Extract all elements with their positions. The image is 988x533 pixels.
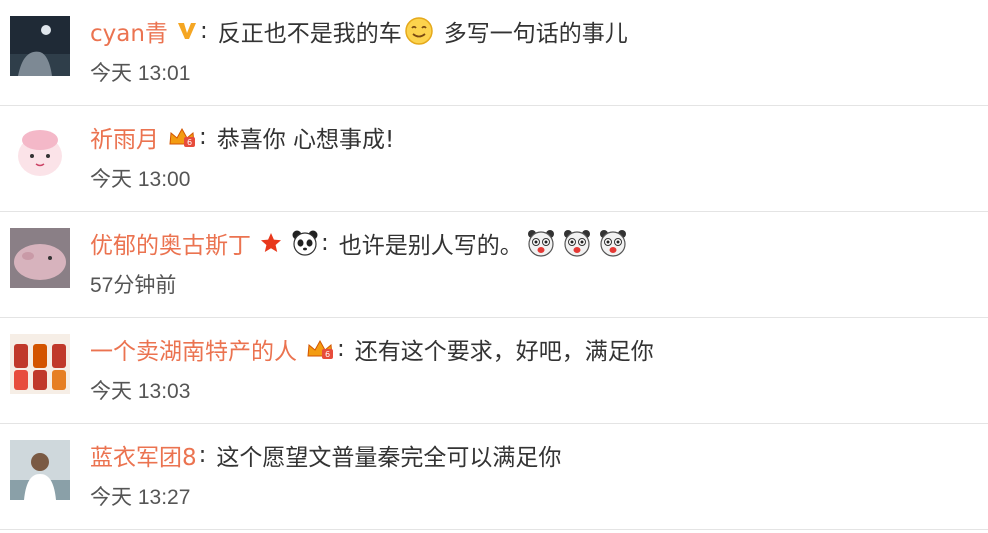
- avatar[interactable]: [10, 16, 70, 76]
- avatar[interactable]: [10, 122, 70, 182]
- colon-separator: :: [321, 230, 329, 256]
- comment-item: cyan青 : 反正也不是我的车 多写一句话的事儿 今天 13:01: [0, 0, 988, 106]
- surprised-face-emoji-icon: [525, 227, 557, 259]
- colon-separator: :: [337, 336, 345, 362]
- star-icon: [259, 231, 283, 255]
- timestamp: 今天 13:00: [90, 168, 191, 191]
- username[interactable]: cyan青: [90, 14, 168, 48]
- timestamp: 今天 13:01: [90, 62, 191, 85]
- comment-list: cyan青 : 反正也不是我的车 多写一句话的事儿 今天 13:01 祈雨月 6…: [0, 0, 988, 533]
- username[interactable]: 蓝衣军团8: [90, 438, 197, 472]
- comment-item: 蓝衣军团8 : 这个愿望文普量秦完全可以满足你 今天 13:27: [0, 424, 988, 530]
- username[interactable]: 一个卖湖南特产的人: [90, 332, 297, 366]
- avatar[interactable]: [10, 440, 70, 500]
- comment-item: 优郁的奥古斯丁 : 也许是别人写的。 57分钟前: [0, 212, 988, 318]
- svg-text:6: 6: [187, 138, 192, 147]
- colon-separator: :: [199, 18, 208, 44]
- username[interactable]: 祈雨月: [90, 120, 159, 154]
- crown-member-icon: 6: [167, 125, 197, 149]
- verified-v-icon: [176, 20, 198, 42]
- comment-text: 恭喜你 心想事成!: [216, 127, 395, 153]
- colon-separator: :: [198, 442, 207, 468]
- comment-text: 反正也不是我的车: [217, 21, 402, 47]
- svg-text:6: 6: [325, 350, 330, 359]
- comment-item: 一个卖湖南特产的人 6 : 还有这个要求，好吧，满足你 今天 13:03: [0, 318, 988, 424]
- smiling-face-emoji-icon: [404, 16, 434, 46]
- comment-text: 也许是别人写的。: [338, 233, 523, 259]
- comment-text: 还有这个要求，好吧，满足你: [354, 339, 654, 365]
- timestamp: 今天 13:27: [90, 486, 191, 509]
- comment-item: 祈雨月 6 : 恭喜你 心想事成! 今天 13:00: [0, 106, 988, 212]
- username[interactable]: 优郁的奥古斯丁: [90, 226, 251, 260]
- avatar[interactable]: [10, 228, 70, 288]
- timestamp: 今天 13:03: [90, 380, 191, 403]
- avatar[interactable]: [10, 334, 70, 394]
- panda-icon: [291, 229, 319, 257]
- colon-separator: :: [199, 124, 207, 150]
- crown-member-icon: 6: [305, 337, 335, 361]
- surprised-face-emoji-icon: [561, 227, 593, 259]
- surprised-face-emoji-icon: [597, 227, 629, 259]
- comment-text: 这个愿望文普量秦完全可以满足你: [216, 445, 562, 471]
- timestamp: 57分钟前: [90, 274, 177, 297]
- comment-text-continued: 多写一句话的事儿: [443, 21, 628, 47]
